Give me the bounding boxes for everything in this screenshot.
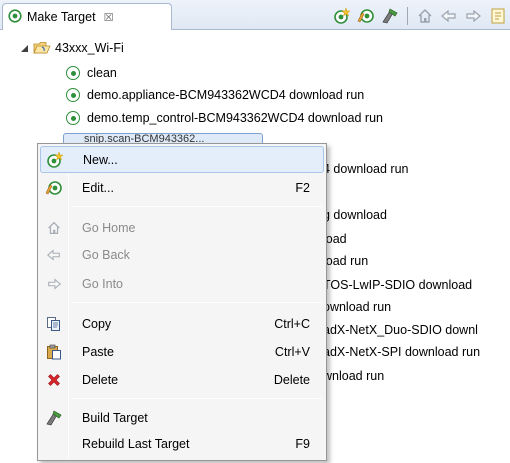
make-target-icon: [66, 66, 80, 80]
forward-arrow-icon: [40, 276, 68, 292]
menu-item-shortcut: Ctrl+V: [274, 344, 310, 359]
menu-item-go-home[interactable]: Go Home: [40, 214, 324, 241]
target-label: g download: [323, 208, 387, 222]
target-label: wnload run: [323, 369, 385, 383]
menu-item-label: Build Target: [82, 410, 148, 425]
menu-separator: [72, 398, 322, 399]
menu-item-copy[interactable]: Copy Ctrl+C: [40, 310, 324, 337]
menu-item-label: Go Back: [82, 247, 130, 262]
back-arrow-icon[interactable]: [440, 7, 458, 25]
target-row-partial[interactable]: adX-NetX-SPI download run: [323, 341, 480, 363]
target-row-partial[interactable]: adX-NetX_Duo-SDIO downl: [323, 319, 478, 341]
make-target-view-tab[interactable]: Make Target ☒: [2, 3, 172, 30]
view-tab-title: Make Target: [27, 10, 96, 24]
target-row[interactable]: clean: [66, 62, 117, 84]
menu-item-shortcut: Delete: [273, 372, 310, 387]
menu-item-label: Paste: [82, 344, 114, 359]
close-view-icon[interactable]: ☒: [104, 11, 114, 24]
menu-item-new[interactable]: New...: [40, 146, 324, 173]
menu-item-go-back[interactable]: Go Back: [40, 241, 324, 268]
target-row[interactable]: demo.appliance-BCM943362WCD4 download ru…: [66, 84, 364, 106]
project-folder-icon: [33, 42, 51, 54]
menu-item-shortcut: Ctrl+C: [274, 316, 310, 331]
edit-target-icon: [40, 179, 68, 197]
menu-item-label: Edit...: [82, 180, 114, 195]
target-label: adX-NetX_Duo-SDIO downl: [323, 323, 478, 337]
menu-item-label: Rebuild Last Target: [82, 436, 190, 451]
new-target-icon: [41, 150, 69, 169]
menu-item-edit[interactable]: Edit... F2: [40, 174, 324, 201]
menu-item-label: Copy: [82, 316, 112, 331]
build-target-icon[interactable]: [381, 7, 399, 25]
home-icon: [40, 220, 68, 236]
menu-separator: [72, 206, 322, 207]
target-label: demo.temp_control-BCM943362WCD4 download…: [87, 111, 383, 125]
target-label: clean: [87, 66, 117, 80]
view-tab-bar: Make Target ☒: [0, 0, 510, 30]
menu-separator: [72, 302, 322, 303]
home-icon[interactable]: [416, 7, 434, 25]
target-label: demo.appliance-BCM943362WCD4 download ru…: [87, 88, 365, 102]
target-label: 4 download run: [323, 162, 409, 176]
target-row-partial[interactable]: wnload run: [323, 365, 384, 387]
menu-item-delete[interactable]: Delete Delete: [40, 366, 324, 393]
menu-item-build-target[interactable]: Build Target: [40, 404, 324, 431]
menu-item-label: New...: [83, 152, 118, 167]
make-target-icon: [66, 88, 80, 102]
target-label: adX-NetX-SPI download run: [323, 345, 481, 359]
collapse-icon[interactable]: [488, 7, 506, 25]
build-target-icon: [40, 409, 68, 427]
menu-item-label: Delete: [82, 372, 119, 387]
menu-item-label: Go Into: [82, 276, 123, 291]
menu-item-rebuild-last-target[interactable]: Rebuild Last Target F9: [40, 430, 324, 457]
target-label: ownload run: [323, 300, 392, 314]
target-label: TOS-LwIP-SDIO download: [323, 278, 473, 292]
target-label: load run: [323, 254, 369, 268]
new-target-icon[interactable]: [333, 7, 351, 25]
toolbar-separator: [407, 7, 408, 25]
back-arrow-icon: [40, 247, 68, 263]
project-label: 43xxx_Wi-Fi: [55, 41, 124, 55]
context-menu: New... Edit... F2 Go Home Go Back Go Int…: [37, 143, 327, 461]
make-target-view-icon: [8, 8, 22, 26]
target-row-partial[interactable]: g download: [323, 204, 387, 226]
menu-item-go-into[interactable]: Go Into: [40, 270, 324, 297]
paste-icon: [40, 344, 68, 360]
target-row-partial[interactable]: 4 download run: [323, 158, 408, 180]
target-row-partial[interactable]: load run: [323, 250, 368, 272]
target-row[interactable]: demo.temp_control-BCM943362WCD4 download…: [66, 107, 383, 129]
target-row-partial[interactable]: ownload run: [323, 296, 391, 318]
menu-item-shortcut: F2: [295, 180, 310, 195]
view-toolbar: [333, 6, 506, 26]
make-target-icon: [66, 111, 80, 125]
delete-icon: [40, 372, 68, 388]
forward-arrow-icon[interactable]: [464, 7, 482, 25]
edit-target-icon[interactable]: [357, 7, 375, 25]
menu-item-paste[interactable]: Paste Ctrl+V: [40, 338, 324, 365]
copy-icon: [40, 316, 68, 332]
menu-item-shortcut: F9: [295, 436, 310, 451]
expanded-triangle-icon[interactable]: [20, 44, 29, 53]
menu-item-label: Go Home: [82, 220, 136, 235]
target-row-partial[interactable]: TOS-LwIP-SDIO download: [323, 274, 472, 296]
project-row[interactable]: 43xxx_Wi-Fi: [20, 37, 124, 59]
